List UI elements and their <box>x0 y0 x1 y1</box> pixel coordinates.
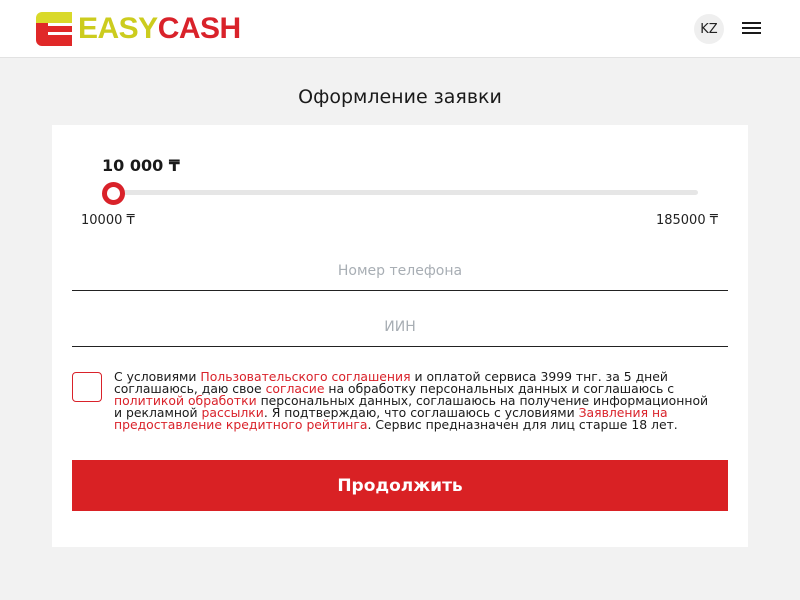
selected-amount: 10 000 ₸ <box>102 156 180 175</box>
language-button[interactable]: KZ <box>694 14 724 44</box>
application-form-card: 10 000 ₸ 10000 ₸ 185000 ₸ С условиями По… <box>52 125 748 547</box>
page-title: Оформление заявки <box>298 86 502 108</box>
phone-input[interactable] <box>72 251 728 291</box>
logo[interactable]: EASYCASH <box>36 12 241 46</box>
slider-min-label: 10000 ₸ <box>81 213 135 228</box>
logo-text: EASYCASH <box>78 12 241 46</box>
iin-input[interactable] <box>72 307 728 347</box>
amount-slider-track[interactable] <box>112 190 698 195</box>
consent-text: С условиями Пользовательского соглашения… <box>114 370 714 432</box>
header: EASYCASH KZ <box>0 0 800 58</box>
continue-button[interactable]: Продолжить <box>72 460 728 511</box>
consent-checkbox[interactable] <box>72 372 102 402</box>
logo-mark-icon <box>36 12 72 46</box>
amount-slider-thumb[interactable] <box>102 182 125 205</box>
logo-text-easy: EASY <box>78 12 158 45</box>
slider-max-label: 185000 ₸ <box>655 213 718 228</box>
logo-text-cash: CASH <box>157 12 242 45</box>
hamburger-menu-icon[interactable] <box>742 20 762 36</box>
consent-text-part: . Сервис предназначен для лиц старше 18 … <box>367 417 678 432</box>
